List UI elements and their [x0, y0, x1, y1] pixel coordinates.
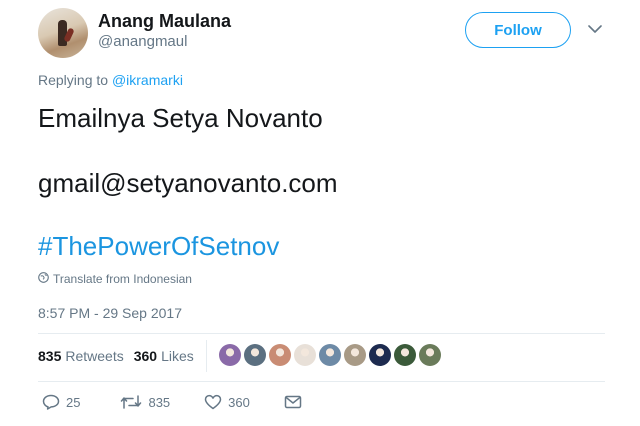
globe-icon [38, 272, 49, 286]
liker-avatar[interactable] [294, 344, 316, 366]
liker-avatar[interactable] [269, 344, 291, 366]
like-count: 360 [228, 394, 250, 410]
follow-button[interactable]: Follow [465, 12, 571, 48]
liker-avatar[interactable] [369, 344, 391, 366]
tweet-text-line: Emailnya Setya Novanto [38, 103, 323, 133]
envelope-icon [284, 395, 302, 409]
retweets-stat[interactable]: 835 Retweets [38, 348, 124, 364]
liker-avatar[interactable] [319, 344, 341, 366]
heart-icon [204, 394, 222, 410]
divider [38, 381, 605, 382]
liker-avatar[interactable] [394, 344, 416, 366]
reply-button[interactable]: 25 [42, 394, 80, 410]
reply-count: 25 [66, 394, 81, 410]
divider [38, 333, 605, 334]
likes-label: Likes [161, 348, 194, 364]
user-handle[interactable]: @anangmaul [98, 33, 187, 50]
tweet-text-line: gmail@setyanovanto.com [38, 168, 338, 198]
reply-icon [42, 394, 60, 410]
tweet-stats: 835 Retweets 360 Likes [38, 348, 204, 364]
tweet-timestamp[interactable]: 8:57 PM - 29 Sep 2017 [38, 305, 182, 321]
retweets-count: 835 [38, 348, 62, 364]
direct-message-button[interactable] [284, 395, 302, 409]
likes-count: 360 [133, 348, 158, 364]
chevron-down-icon[interactable] [586, 20, 604, 38]
reply-to-handle-link[interactable]: @ikramarki [112, 72, 183, 88]
stats-separator [206, 340, 207, 372]
retweet-icon [120, 394, 142, 410]
replying-to: Replying to @ikramarki [38, 72, 183, 88]
retweets-label: Retweets [65, 348, 124, 364]
retweet-button[interactable]: 835 [120, 394, 170, 410]
display-name[interactable]: Anang Maulana [98, 11, 231, 32]
likes-stat[interactable]: 360 Likes [134, 348, 194, 364]
liker-avatar[interactable] [244, 344, 266, 366]
liker-avatar[interactable] [219, 344, 241, 366]
retweet-count: 835 [148, 394, 171, 410]
translate-label: Translate from Indonesian [53, 272, 192, 286]
hashtag-link[interactable]: #ThePowerOfSetnov [38, 230, 279, 262]
translate-link[interactable]: Translate from Indonesian [38, 272, 192, 286]
liker-avatar[interactable] [419, 344, 441, 366]
liker-avatar[interactable] [344, 344, 366, 366]
liker-avatars [219, 344, 441, 366]
tweet-actions: 25 835 360 [42, 394, 302, 410]
replying-prefix: Replying to [38, 72, 112, 88]
avatar[interactable] [38, 8, 88, 58]
like-button[interactable]: 360 [204, 394, 250, 410]
